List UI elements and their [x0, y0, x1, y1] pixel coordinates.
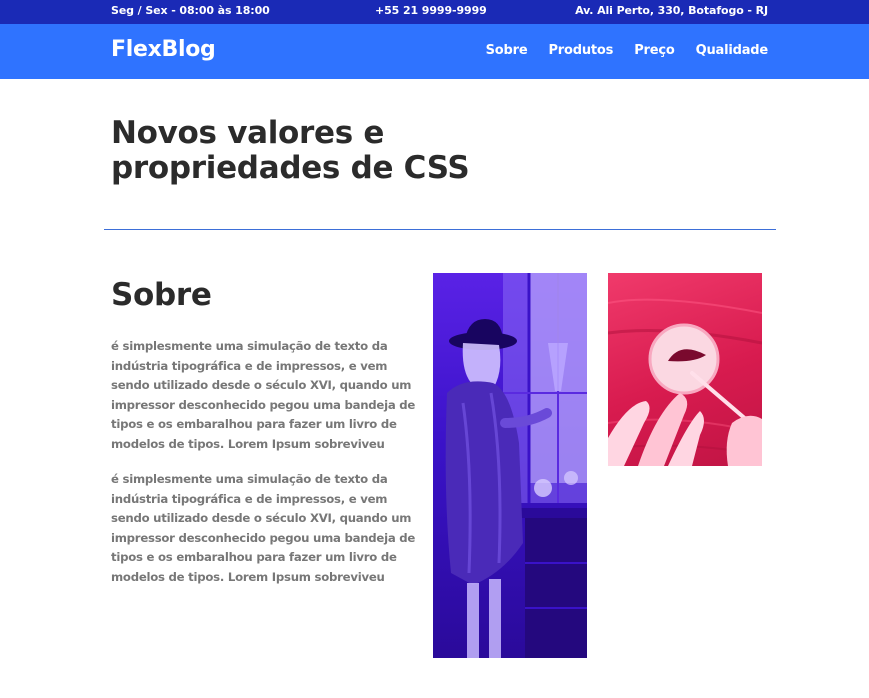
- top-info-bar: Seg / Sex - 08:00 às 18:00 +55 21 9999-9…: [0, 0, 869, 24]
- hands-photo: [608, 273, 762, 466]
- section-divider: [104, 229, 776, 230]
- about-paragraph-1: é simplesmente uma simulação de texto da…: [111, 339, 416, 451]
- about-paragraph-2: é simplesmente uma simulação de texto da…: [111, 472, 416, 584]
- nav-link-preco[interactable]: Preço: [634, 43, 675, 58]
- opening-hours: Seg / Sex - 08:00 às 18:00: [111, 4, 270, 17]
- nav-link-produtos[interactable]: Produtos: [548, 43, 613, 58]
- site-logo[interactable]: FlexBlog: [111, 37, 216, 62]
- main-nav: Sobre Produtos Preço Qualidade: [486, 43, 769, 58]
- nav-link-sobre[interactable]: Sobre: [486, 43, 528, 58]
- woman-photo: [433, 273, 587, 658]
- page-title: Novos valores e propriedades de CSS: [111, 115, 470, 186]
- address: Av. Ali Perto, 330, Botafogo - RJ: [575, 4, 768, 17]
- site-header: FlexBlog Sobre Produtos Preço Qualidade: [0, 24, 869, 79]
- nav-link-qualidade[interactable]: Qualidade: [696, 43, 769, 58]
- about-heading: Sobre: [111, 277, 212, 313]
- phone-number: +55 21 9999-9999: [375, 4, 487, 17]
